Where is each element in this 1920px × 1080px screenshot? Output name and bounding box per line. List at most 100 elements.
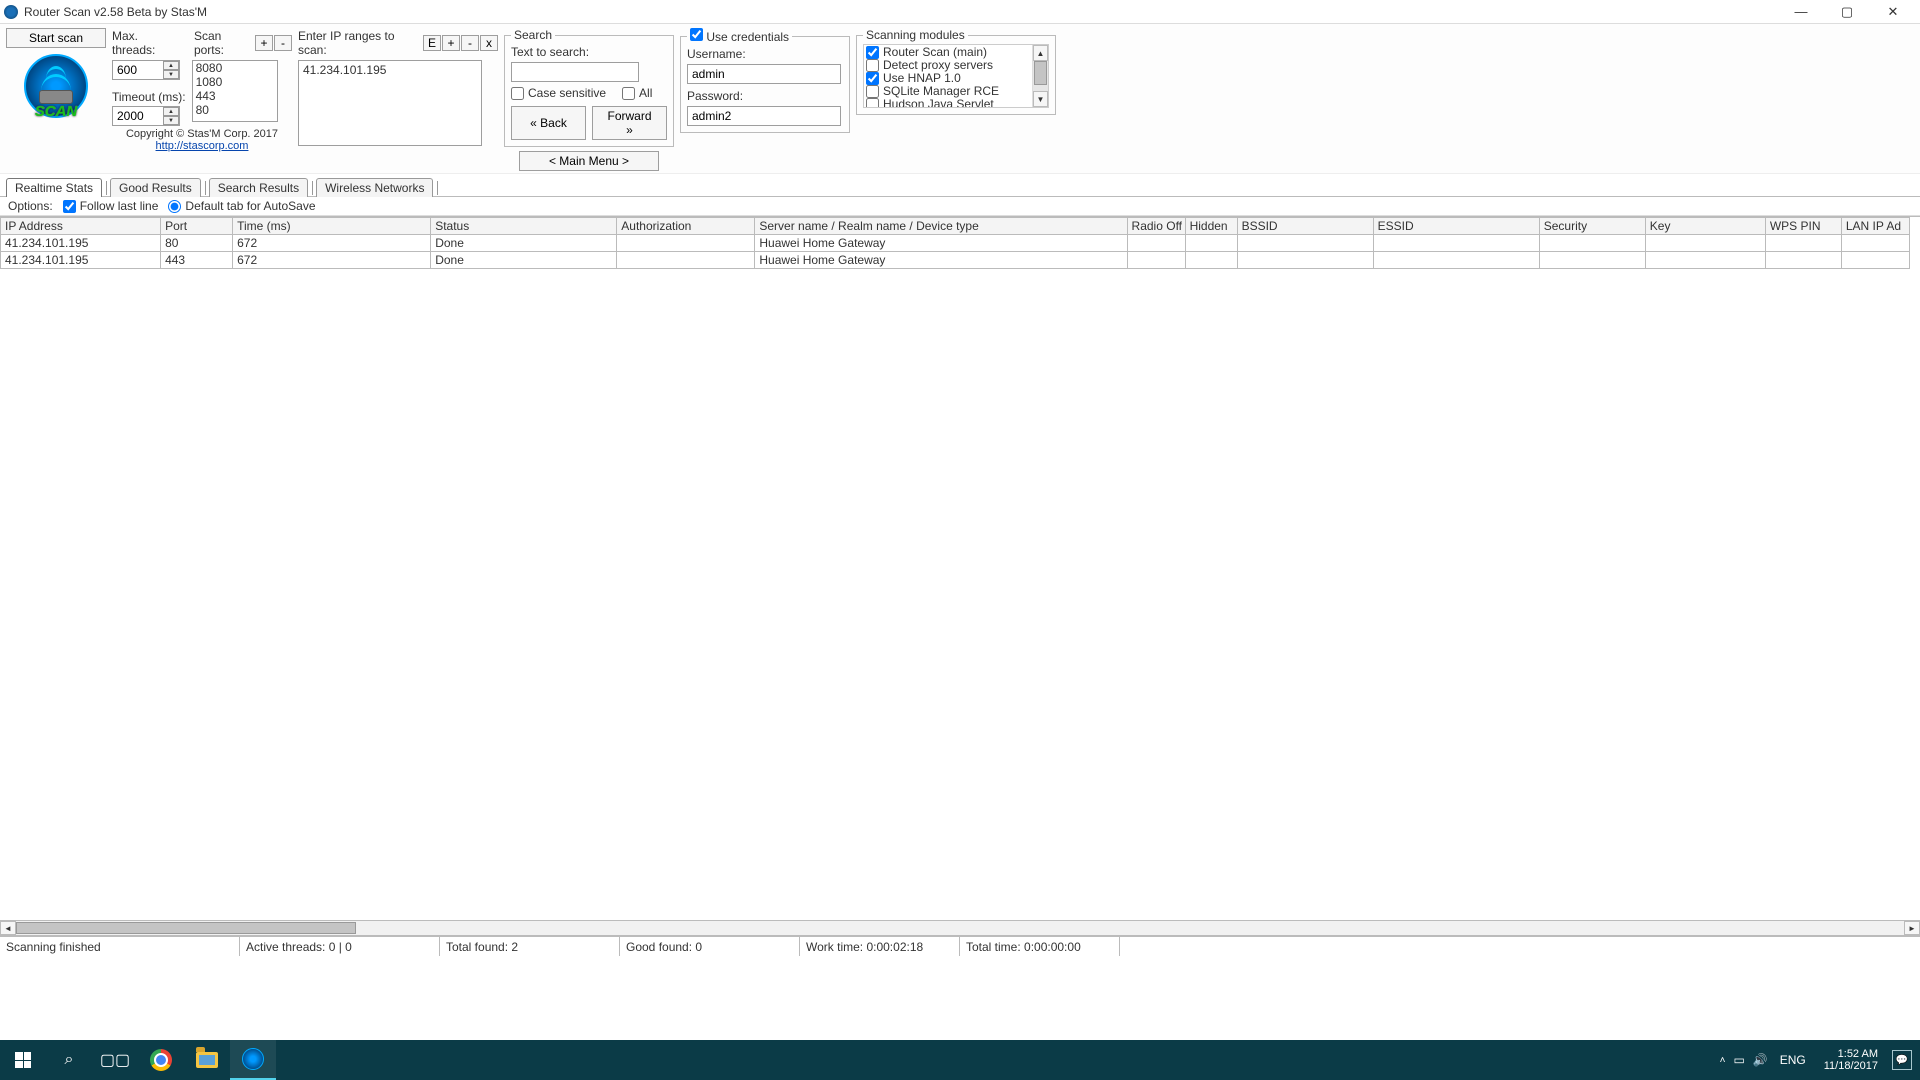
ip-add-button[interactable]: + bbox=[442, 35, 460, 51]
module-sqlite-checkbox[interactable] bbox=[866, 85, 879, 98]
ip-edit-button[interactable]: E bbox=[423, 35, 441, 51]
threads-down-icon[interactable]: ▼ bbox=[163, 70, 179, 79]
column-header[interactable]: Authorization bbox=[617, 218, 755, 235]
port-item[interactable]: 80 bbox=[193, 103, 277, 117]
status-total-time: Total time: 0:00:00:00 bbox=[960, 937, 1120, 956]
port-item[interactable]: 1080 bbox=[193, 75, 277, 89]
default-tab-option[interactable]: Default tab for AutoSave bbox=[168, 199, 315, 213]
scroll-down-icon[interactable]: ▼ bbox=[1033, 91, 1048, 107]
tab-good-results[interactable]: Good Results bbox=[110, 178, 201, 197]
column-header[interactable]: WPS PIN bbox=[1765, 218, 1841, 235]
ip-ranges-textarea[interactable]: 41.234.101.195 bbox=[298, 60, 482, 146]
ip-clear-button[interactable]: x bbox=[480, 35, 498, 51]
follow-last-line-checkbox[interactable] bbox=[63, 200, 76, 213]
results-table[interactable]: IP AddressPortTime (ms)StatusAuthorizati… bbox=[0, 217, 1910, 269]
table-cell: Done bbox=[431, 252, 617, 269]
folder-icon bbox=[196, 1052, 218, 1068]
battery-icon[interactable]: ▭ bbox=[1733, 1053, 1744, 1067]
module-hudson-checkbox[interactable] bbox=[866, 98, 879, 108]
column-header[interactable]: Time (ms) bbox=[233, 218, 431, 235]
router-scan-taskbar-button[interactable] bbox=[230, 1040, 276, 1080]
volume-icon[interactable]: 🔊 bbox=[1753, 1053, 1768, 1067]
search-all-checkbox[interactable] bbox=[622, 87, 635, 100]
column-header[interactable]: BSSID bbox=[1237, 218, 1373, 235]
status-bar: Scanning finished Active threads: 0 | 0 … bbox=[0, 936, 1920, 956]
table-cell bbox=[1841, 235, 1909, 252]
max-threads-input[interactable] bbox=[113, 63, 163, 77]
search-back-button[interactable]: « Back bbox=[511, 106, 586, 140]
scroll-left-icon[interactable]: ◄ bbox=[0, 921, 16, 935]
modules-scrollbar[interactable]: ▲ ▼ bbox=[1032, 45, 1048, 107]
minimize-button[interactable]: — bbox=[1778, 0, 1824, 24]
column-header[interactable]: LAN IP Ad bbox=[1841, 218, 1909, 235]
modules-legend: Scanning modules bbox=[863, 28, 968, 42]
column-header[interactable]: Status bbox=[431, 218, 617, 235]
ip-remove-button[interactable]: - bbox=[461, 35, 479, 51]
modules-column: Scanning modules Router Scan (main) Dete… bbox=[856, 28, 1056, 171]
module-hnap-checkbox[interactable] bbox=[866, 72, 879, 85]
tab-search-results[interactable]: Search Results bbox=[209, 178, 308, 197]
column-header[interactable]: ESSID bbox=[1373, 218, 1539, 235]
horizontal-scrollbar[interactable]: ◄ ► bbox=[0, 920, 1920, 936]
column-header[interactable]: Key bbox=[1645, 218, 1765, 235]
tab-realtime-stats[interactable]: Realtime Stats bbox=[6, 178, 102, 197]
module-router-scan-checkbox[interactable] bbox=[866, 46, 879, 59]
table-cell bbox=[1765, 235, 1841, 252]
table-header-row: IP AddressPortTime (ms)StatusAuthorizati… bbox=[1, 218, 1910, 235]
column-header[interactable]: Port bbox=[161, 218, 233, 235]
chrome-taskbar-button[interactable] bbox=[138, 1040, 184, 1080]
column-header[interactable]: IP Address bbox=[1, 218, 161, 235]
username-input[interactable] bbox=[687, 64, 841, 84]
start-button[interactable] bbox=[0, 1040, 46, 1080]
close-button[interactable]: ✕ bbox=[1870, 0, 1916, 24]
column-header[interactable]: Radio Off bbox=[1127, 218, 1185, 235]
search-input[interactable] bbox=[511, 62, 639, 82]
threads-up-icon[interactable]: ▲ bbox=[163, 61, 179, 70]
timeout-up-icon[interactable]: ▲ bbox=[163, 107, 179, 116]
main-menu-button[interactable]: < Main Menu > bbox=[519, 151, 659, 171]
column-header[interactable]: Server name / Realm name / Device type bbox=[755, 218, 1127, 235]
results-grid-wrap: IP AddressPortTime (ms)StatusAuthorizati… bbox=[0, 216, 1920, 920]
website-link[interactable]: http://stascorp.com bbox=[156, 140, 249, 152]
clock[interactable]: 1:52 AM 11/18/2017 bbox=[1818, 1048, 1884, 1072]
task-view-button[interactable]: ▢▢ bbox=[92, 1040, 138, 1080]
notifications-icon[interactable]: 💬 bbox=[1892, 1050, 1912, 1070]
language-indicator[interactable]: ENG bbox=[1776, 1053, 1810, 1067]
tab-wireless-networks[interactable]: Wireless Networks bbox=[316, 178, 433, 197]
timeout-spinner[interactable]: ▲▼ bbox=[112, 106, 180, 126]
credentials-fieldset: Use credentials Username: Password: bbox=[680, 28, 850, 133]
case-sensitive-checkbox[interactable] bbox=[511, 87, 524, 100]
ports-remove-button[interactable]: - bbox=[274, 35, 292, 51]
table-row[interactable]: 41.234.101.195443672DoneHuawei Home Gate… bbox=[1, 252, 1910, 269]
table-row[interactable]: 41.234.101.19580672DoneHuawei Home Gatew… bbox=[1, 235, 1910, 252]
search-column: Search Text to search: Case sensitive Al… bbox=[504, 28, 674, 171]
default-tab-radio[interactable] bbox=[168, 200, 181, 213]
column-header[interactable]: Hidden bbox=[1185, 218, 1237, 235]
timeout-down-icon[interactable]: ▼ bbox=[163, 116, 179, 125]
port-item[interactable]: 8080 bbox=[193, 61, 277, 75]
table-cell bbox=[1841, 252, 1909, 269]
start-scan-button[interactable]: Start scan bbox=[6, 28, 106, 48]
ports-listbox[interactable]: 8080 1080 443 80 bbox=[192, 60, 278, 122]
file-explorer-taskbar-button[interactable] bbox=[184, 1040, 230, 1080]
scroll-up-icon[interactable]: ▲ bbox=[1033, 45, 1048, 61]
ports-add-button[interactable]: + bbox=[255, 35, 273, 51]
maximize-button[interactable]: ▢ bbox=[1824, 0, 1870, 24]
use-credentials-checkbox[interactable] bbox=[690, 28, 703, 41]
module-proxy-checkbox[interactable] bbox=[866, 59, 879, 72]
search-taskbar-button[interactable]: ⌕ bbox=[46, 1040, 92, 1080]
port-item[interactable]: 443 bbox=[193, 89, 277, 103]
scan-logo-icon: SCAN bbox=[24, 54, 88, 118]
column-header[interactable]: Security bbox=[1539, 218, 1645, 235]
timeout-input[interactable] bbox=[113, 109, 163, 123]
max-threads-spinner[interactable]: ▲▼ bbox=[112, 60, 180, 80]
follow-last-line-option[interactable]: Follow last line bbox=[63, 199, 159, 213]
ip-ranges-label: Enter IP ranges to scan: bbox=[298, 28, 419, 58]
table-cell bbox=[1539, 235, 1645, 252]
password-input[interactable] bbox=[687, 106, 841, 126]
search-forward-button[interactable]: Forward » bbox=[592, 106, 667, 140]
tabs-bar: Realtime Stats Good Results Search Resul… bbox=[0, 177, 1920, 197]
scroll-right-icon[interactable]: ► bbox=[1904, 921, 1920, 935]
modules-listbox[interactable]: Router Scan (main) Detect proxy servers … bbox=[863, 44, 1049, 108]
tray-expand-icon[interactable]: ˄ bbox=[1720, 1055, 1726, 1066]
